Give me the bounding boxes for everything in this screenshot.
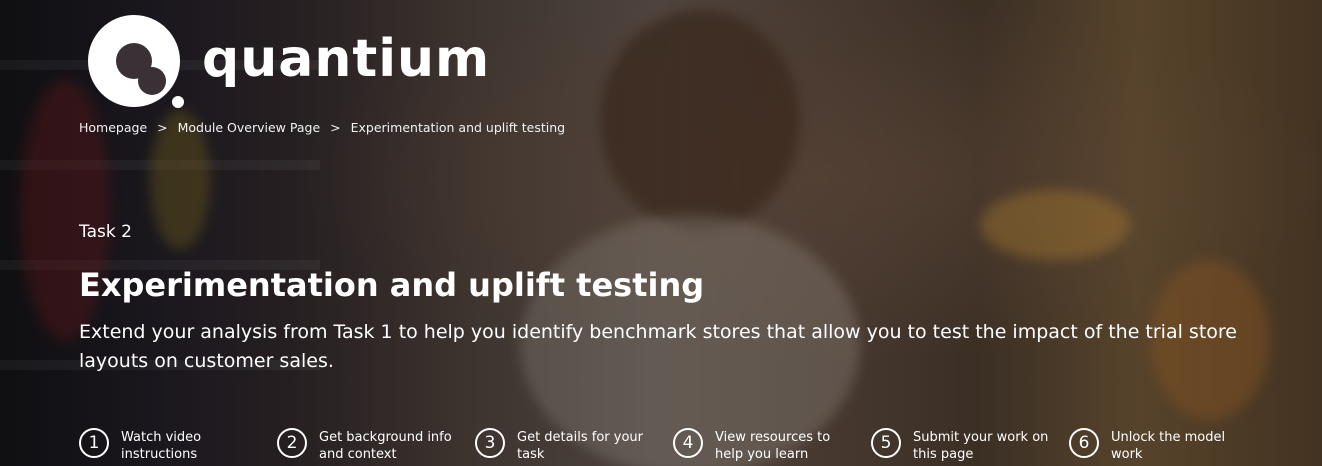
- step-label: Unlock the model work: [1111, 430, 1226, 462]
- step-unlock-model-work[interactable]: 6 Unlock the model work: [1069, 428, 1267, 463]
- quantium-logo[interactable]: quantium: [84, 14, 490, 110]
- step-number-icon: 1: [79, 428, 109, 458]
- step-background-info[interactable]: 2 Get background info and context: [277, 428, 475, 463]
- task-label: Task 2: [79, 222, 132, 242]
- step-number-icon: 2: [277, 428, 307, 458]
- breadcrumb-current-page: Experimentation and uplift testing: [350, 120, 566, 135]
- step-label: Get background info and context: [319, 430, 452, 462]
- step-label: Submit your work on this page: [913, 430, 1049, 462]
- page-description: Extend your analysis from Task 1 to help…: [79, 321, 1237, 372]
- step-task-details[interactable]: 3 Get details for your task: [475, 428, 673, 463]
- step-view-resources[interactable]: 4 View resources to help you learn: [673, 428, 871, 463]
- page-title: Experimentation and uplift testing: [79, 266, 705, 304]
- step-label: View resources to help you learn: [715, 430, 831, 462]
- step-label: Watch video instructions: [121, 430, 202, 462]
- step-submit-work[interactable]: 5 Submit your work on this page: [871, 428, 1069, 463]
- quantium-logo-icon: [84, 14, 188, 110]
- breadcrumb-separator: >: [157, 120, 168, 135]
- step-label: Get details for your task: [517, 430, 643, 462]
- step-number-icon: 4: [673, 428, 703, 458]
- step-number-icon: 5: [871, 428, 901, 458]
- hero-banner: quantium Homepage > Module Overview Page…: [0, 0, 1322, 466]
- step-number-icon: 6: [1069, 428, 1099, 458]
- step-watch-video[interactable]: 1 Watch video instructions: [79, 428, 277, 463]
- step-number-icon: 3: [475, 428, 505, 458]
- breadcrumb-module-overview[interactable]: Module Overview Page: [178, 120, 321, 135]
- breadcrumb-separator: >: [330, 120, 341, 135]
- brand-name: quantium: [202, 29, 491, 89]
- task-steps: 1 Watch video instructions 2 Get backgro…: [79, 428, 1267, 463]
- breadcrumb: Homepage > Module Overview Page > Experi…: [79, 120, 565, 135]
- breadcrumb-homepage[interactable]: Homepage: [79, 120, 147, 135]
